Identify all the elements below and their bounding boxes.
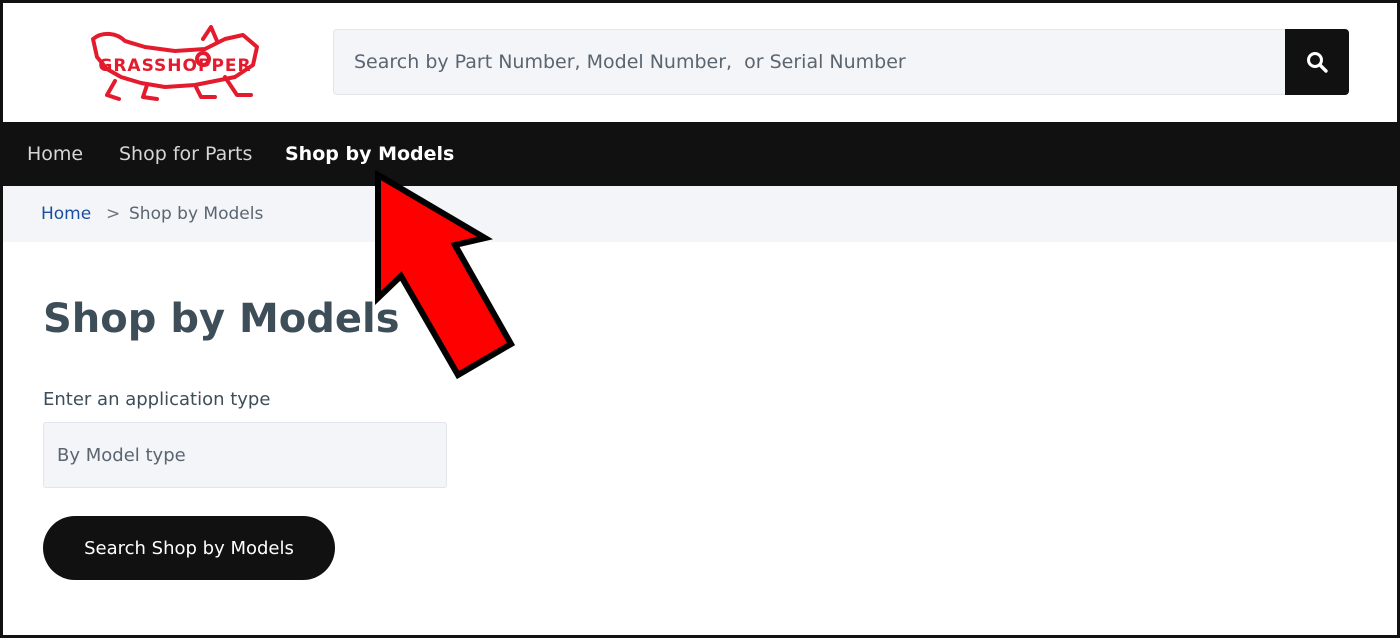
site-header: GRASSHOPPER xyxy=(3,3,1397,122)
model-type-input[interactable] xyxy=(43,422,447,488)
nav-item-shop-for-parts[interactable]: Shop for Parts xyxy=(119,122,252,186)
search-input[interactable] xyxy=(333,29,1285,95)
page-frame: GRASSHOPPER Home Shop for Parts Shop by … xyxy=(0,0,1400,638)
nav-item-shop-by-models[interactable]: Shop by Models xyxy=(285,122,454,186)
nav-item-home[interactable]: Home xyxy=(27,122,83,186)
application-type-label: Enter an application type xyxy=(43,389,271,410)
main-nav: Home Shop for Parts Shop by Models xyxy=(3,122,1397,186)
breadcrumb-separator: > xyxy=(106,204,121,224)
site-search xyxy=(333,29,1349,95)
grasshopper-logo[interactable]: GRASSHOPPER xyxy=(85,25,265,105)
page-title: Shop by Models xyxy=(43,296,400,342)
search-icon xyxy=(1307,52,1328,73)
breadcrumb: Home > Shop by Models xyxy=(3,186,1397,242)
breadcrumb-home-link[interactable]: Home xyxy=(41,186,91,242)
logo-graphic: GRASSHOPPER xyxy=(91,25,259,101)
breadcrumb-current: Shop by Models xyxy=(129,204,264,224)
search-shop-by-models-button[interactable]: Search Shop by Models xyxy=(43,516,335,580)
logo-text: GRASSHOPPER xyxy=(98,56,251,76)
search-button[interactable] xyxy=(1285,29,1349,95)
